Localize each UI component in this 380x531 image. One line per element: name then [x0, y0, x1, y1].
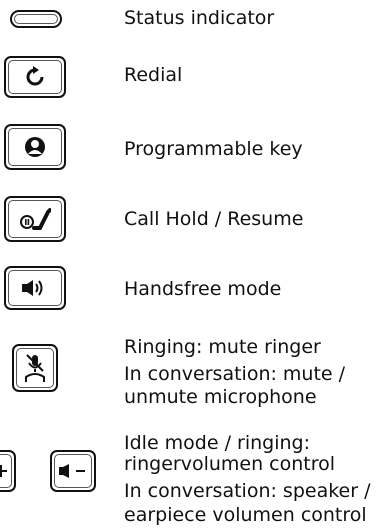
volume-label-line1: Idle mode / ringing: [124, 432, 311, 454]
speaker-icon [4, 266, 66, 310]
mute-label-line2: In conversation: mute / [124, 363, 346, 385]
mute-label-line1: Ringing: mute ringer [124, 336, 321, 358]
handsfree-label: Handsfree mode [124, 278, 282, 300]
legend-row-call-hold: Call Hold / Resume [0, 190, 380, 250]
volume-down-icon [50, 450, 96, 492]
call-hold-icon [4, 196, 66, 242]
programmable-key-icon [4, 124, 66, 170]
redial-icon [4, 56, 66, 98]
legend-row-redial: Redial [0, 50, 380, 110]
mute-microphone-icon [12, 344, 58, 392]
legend-row-volume: Idle mode / ringing: ringervolumen contr… [0, 430, 380, 531]
legend-row-programmable: Programmable key [0, 118, 380, 178]
legend-row-handsfree: Handsfree mode [0, 260, 380, 320]
mute-label-line3: unmute microphone [124, 386, 317, 408]
volume-label-line3: In conversation: speaker / [124, 480, 371, 502]
legend-row-status: Status indicator [0, 0, 380, 40]
status-indicator-label: Status indicator [124, 7, 275, 29]
status-led-icon [10, 10, 62, 28]
volume-label-line4: earpiece volumen control [124, 504, 367, 526]
programmable-key-label: Programmable key [124, 138, 303, 160]
volume-label-line2: ringervolumen control [124, 453, 336, 475]
redial-label: Redial [124, 64, 183, 86]
legend-row-mute: Ringing: mute ringer In conversation: mu… [0, 330, 380, 420]
call-hold-label: Call Hold / Resume [124, 208, 304, 230]
volume-up-icon [0, 450, 16, 492]
